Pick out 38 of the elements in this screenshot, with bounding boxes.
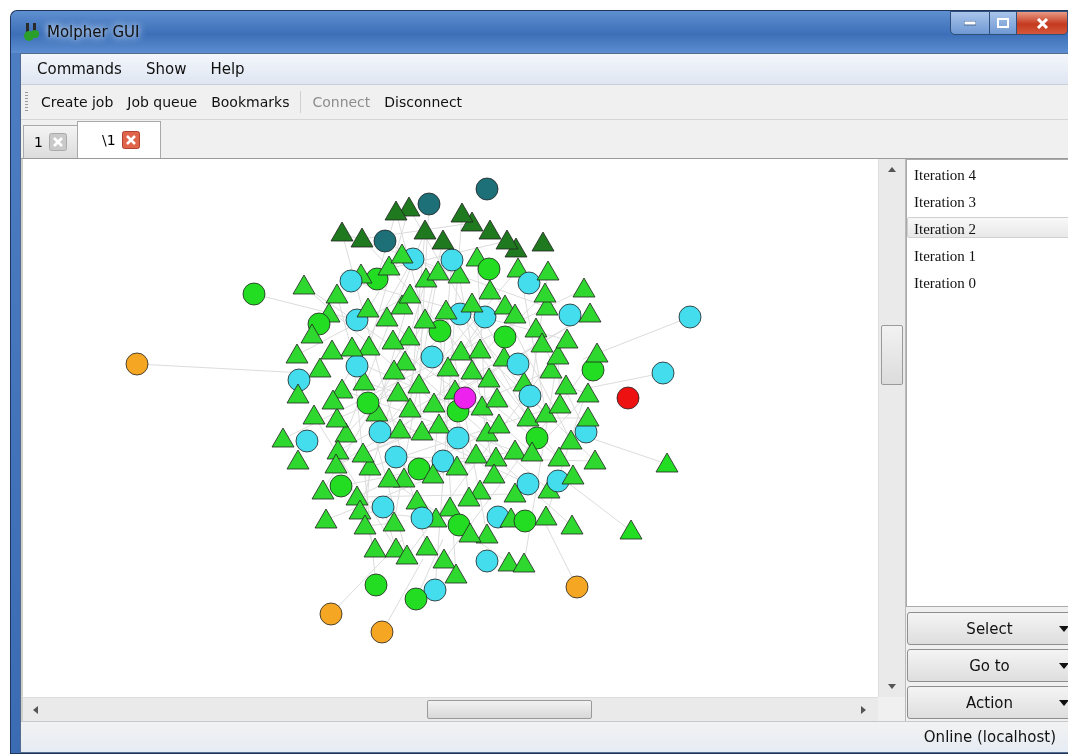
window-title: Molpher GUI [47,23,140,41]
maximize-icon [997,18,1009,28]
minimize-icon [964,20,976,26]
caret-icon [1059,625,1068,632]
iteration-item[interactable]: Iteration 0 [907,271,1068,292]
scroll-down-icon[interactable] [888,684,896,689]
caret-icon [1059,662,1068,669]
caret-icon [1059,699,1068,706]
app-logo-icon [21,22,41,42]
iteration-item[interactable]: Iteration 4 [907,163,1068,184]
tab[interactable]: \1 [76,121,161,158]
minimize-button[interactable] [950,11,990,35]
iteration-item[interactable]: Iteration 1 [907,244,1068,265]
scroll-up-icon[interactable] [888,167,896,172]
scroll-left-icon[interactable] [33,706,38,714]
iteration-item[interactable]: Iteration 3 [907,190,1068,211]
dropdown-button[interactable]: Go to [907,649,1068,682]
status-text: Online (localhost) [923,728,1056,746]
close-icon [1035,17,1049,29]
toolbar-button[interactable]: Create job [34,91,121,113]
scroll-thumb[interactable] [427,700,592,719]
tab-close-icon[interactable] [121,131,140,149]
vertical-scrollbar[interactable] [878,159,905,697]
toolbar-button[interactable]: Bookmarks [204,91,297,113]
horizontal-scrollbar[interactable] [23,697,878,721]
menu-item[interactable]: Help [198,57,257,81]
scroll-right-icon[interactable] [861,706,866,714]
close-button[interactable] [1017,11,1068,35]
maximize-button[interactable] [990,11,1017,35]
toolbar-button[interactable]: Disconnect [377,91,470,113]
menu-item[interactable]: Show [133,57,199,81]
dropdown-button[interactable]: Action [907,686,1068,719]
toolbar-button[interactable]: Job queue [120,91,205,113]
menu-item[interactable]: Commands [25,57,134,81]
iteration-item[interactable]: Iteration 2 [907,217,1068,238]
tab[interactable]: 1 [23,125,78,158]
dropdown-button[interactable]: Select [907,612,1068,645]
scroll-thumb[interactable] [881,325,903,385]
